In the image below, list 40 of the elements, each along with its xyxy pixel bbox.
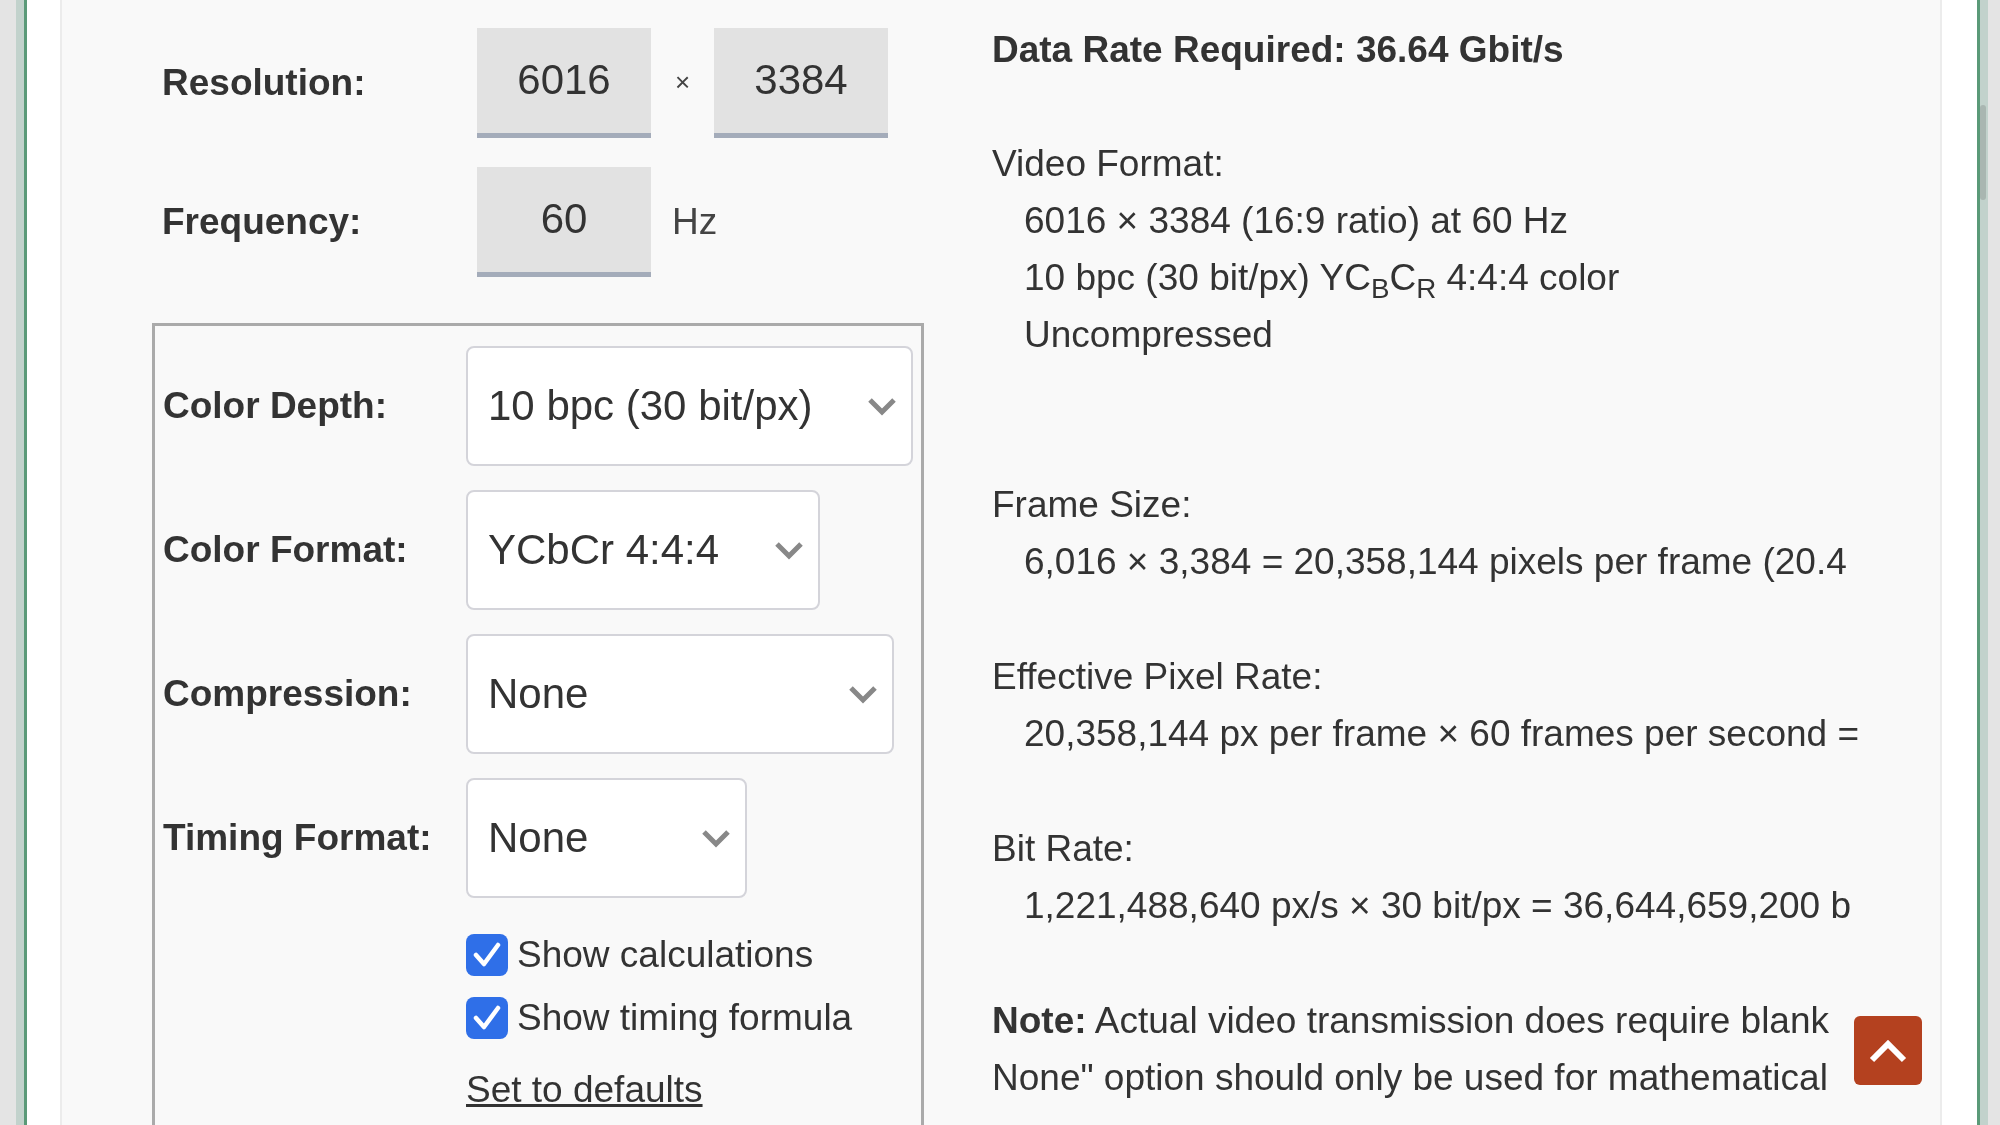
field-label: Color Format: bbox=[163, 529, 409, 571]
calculation-line: 1,221,488,640 px/s × 30 bit/px = 36,644,659,200 b bbox=[1023, 884, 1852, 928]
calculation-line: 6,016 × 3,384 = 20,358,144 pixels per frame (20.4 bbox=[1023, 540, 1848, 584]
chevron-down-icon bbox=[867, 396, 897, 416]
field-label: Frequency: bbox=[161, 200, 363, 243]
dropdown[interactable]: 10 bpc (30 bit/px) bbox=[466, 346, 913, 466]
scrollbar-thumb[interactable] bbox=[1980, 105, 1986, 200]
defaults-link[interactable]: Set to defaults bbox=[466, 1069, 921, 1111]
checkbox[interactable] bbox=[466, 934, 508, 976]
calculation-line: 6016 × 3384 (16:9 ratio) at 60 Hz bbox=[1023, 199, 1570, 243]
height-input[interactable]: 3384 bbox=[714, 27, 888, 138]
calculation-line: 20,358,144 px per frame × 60 frames per second = bbox=[1023, 712, 1861, 756]
section-title: Video Format: bbox=[992, 142, 1225, 186]
field-label: Compression: bbox=[163, 673, 413, 715]
dropdown[interactable]: None bbox=[466, 778, 747, 898]
dropdown[interactable]: None bbox=[466, 634, 894, 754]
frequency-input[interactable]: 60 bbox=[477, 166, 651, 277]
note-text: None" option should only be used for mathematical bbox=[992, 1056, 1828, 1100]
chevron-down-icon bbox=[848, 684, 878, 704]
scroll-to-top-button[interactable] bbox=[1854, 1016, 1922, 1085]
checkbox[interactable] bbox=[466, 997, 508, 1039]
field-label: Timing Format: bbox=[163, 817, 433, 859]
section-title: Frame Size: bbox=[992, 483, 1193, 527]
calculation-line: Uncompressed bbox=[1023, 313, 1274, 357]
note-text: Note: Actual video transmission does require blank bbox=[992, 999, 1829, 1043]
width-input[interactable]: 6016 bbox=[477, 27, 651, 138]
calculation-line: 10 bpc (30 bit/px) YC$_{B}$C$_{R}$ 4:4:4 color bbox=[1023, 256, 1621, 306]
dropdown[interactable]: YCbCr 4:4:4 bbox=[466, 490, 820, 610]
field-label: Resolution: bbox=[161, 61, 367, 104]
times-sign: × bbox=[673, 67, 692, 98]
data-rate-heading: Data Rate Required: 36.64 Gbit/s bbox=[992, 28, 1565, 72]
chevron-up-icon bbox=[1868, 1037, 1908, 1064]
section-title: Effective Pixel Rate: bbox=[992, 655, 1324, 699]
checkbox-label[interactable]: Show timing formula bbox=[517, 997, 853, 1039]
section-title: Bit Rate: bbox=[992, 827, 1135, 871]
chevron-down-icon bbox=[701, 828, 731, 848]
field-label: Color Depth: bbox=[163, 385, 389, 427]
unit-label: Hz bbox=[672, 200, 718, 243]
checkbox-label[interactable]: Show calculations bbox=[517, 934, 814, 976]
chevron-down-icon bbox=[774, 540, 804, 560]
